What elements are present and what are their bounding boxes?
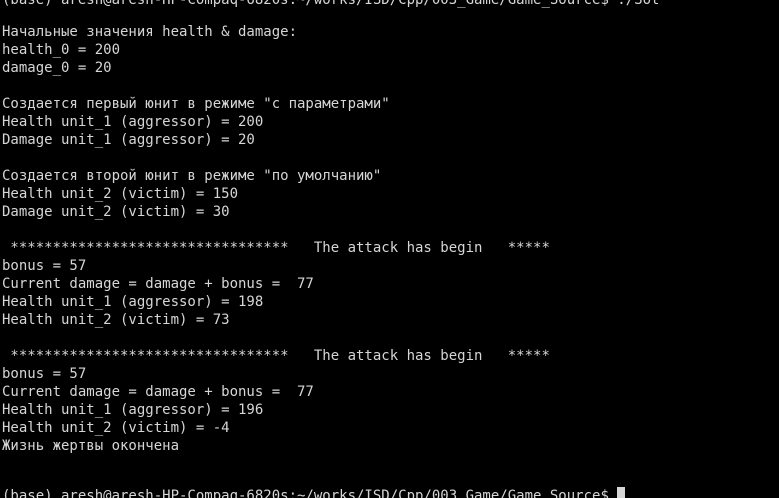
output-line-attack-2-unit2-health: Health unit_2 (victim) = -4	[2, 420, 230, 436]
output-line-unit1-damage: Damage unit_1 (aggressor) = 20	[2, 132, 255, 148]
output-line-health-0: health_0 = 200	[2, 42, 121, 58]
output-line-victim-dead: Жизнь жертвы окончена	[2, 438, 180, 454]
output-line-attack-2-unit1-health: Health unit_1 (aggressor) = 196	[2, 402, 264, 418]
output-line-attack-2-current-damage: Current damage = damage + bonus = 77	[2, 384, 314, 400]
output-line-unit2-health: Health unit_2 (victim) = 150	[2, 186, 239, 202]
output-line-attack-2-bonus: bonus = 57	[2, 366, 87, 382]
output-line-attack-2-banner: ********************************* The at…	[2, 348, 550, 364]
output-line-attack-1-banner: ********************************* The at…	[2, 240, 550, 256]
output-line-attack-1-unit1-health: Health unit_1 (aggressor) = 198	[2, 294, 264, 310]
prompt-text: (base) aresh@aresh-HP-Compaq-6820s:~/wor…	[2, 488, 618, 498]
output-line-unit1-health: Health unit_1 (aggressor) = 200	[2, 114, 264, 130]
output-line-attack-1-current-damage: Current damage = damage + bonus = 77	[2, 276, 314, 292]
output-line-unit1-created: Создается первый юнит в режиме "с параме…	[2, 96, 390, 112]
output-line-initial-values-header: Начальные значения health & damage:	[2, 24, 298, 40]
output-line-unit2-damage: Damage unit_2 (victim) = 30	[2, 204, 230, 220]
text-cursor	[617, 487, 626, 498]
output-line-attack-1-unit2-health: Health unit_2 (victim) = 73	[2, 312, 230, 328]
terminal-window[interactable]: (base) aresh@aresh-HP-Compaq-6820s:~/wor…	[0, 0, 779, 498]
previous-command-line: (base) aresh@aresh-HP-Compaq-6820s:~/wor…	[2, 0, 660, 8]
output-line-damage-0: damage_0 = 20	[2, 60, 112, 76]
output-line-attack-1-bonus: bonus = 57	[2, 258, 87, 274]
command-prompt-line[interactable]: (base) aresh@aresh-HP-Compaq-6820s:~/wor…	[2, 487, 626, 498]
output-line-unit2-created: Создается второй юнит в режиме "по умолч…	[2, 168, 382, 184]
